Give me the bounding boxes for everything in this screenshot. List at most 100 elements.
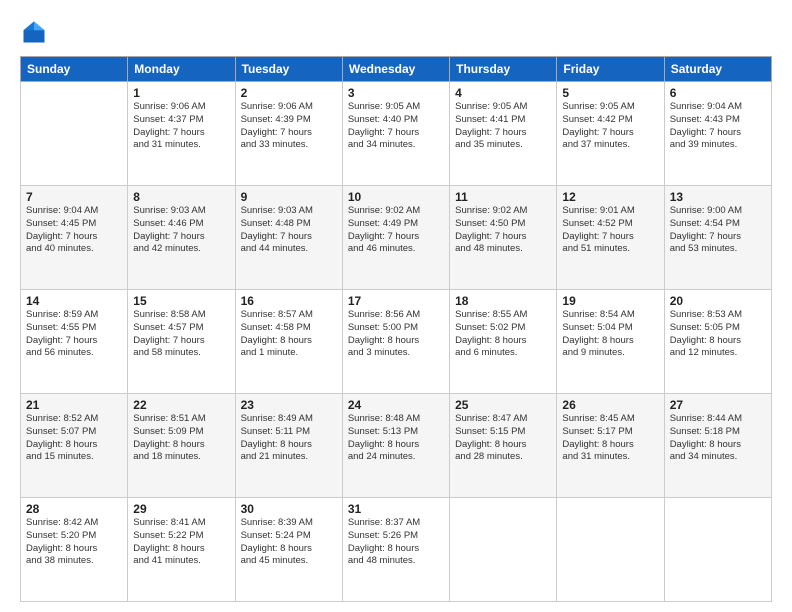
header: [20, 18, 772, 46]
day-number: 17: [348, 294, 444, 308]
day-number: 20: [670, 294, 766, 308]
day-cell-29: 29Sunrise: 8:41 AM Sunset: 5:22 PM Dayli…: [128, 498, 235, 602]
day-number: 3: [348, 86, 444, 100]
day-number: 26: [562, 398, 658, 412]
day-number: 9: [241, 190, 337, 204]
day-info: Sunrise: 8:41 AM Sunset: 5:22 PM Dayligh…: [133, 517, 229, 568]
day-info: Sunrise: 9:04 AM Sunset: 4:43 PM Dayligh…: [670, 101, 766, 152]
day-info: Sunrise: 9:04 AM Sunset: 4:45 PM Dayligh…: [26, 205, 122, 256]
day-cell-26: 26Sunrise: 8:45 AM Sunset: 5:17 PM Dayli…: [557, 394, 664, 498]
day-info: Sunrise: 8:47 AM Sunset: 5:15 PM Dayligh…: [455, 413, 551, 464]
weekday-header-sunday: Sunday: [21, 57, 128, 82]
logo-icon: [20, 18, 48, 46]
day-info: Sunrise: 8:51 AM Sunset: 5:09 PM Dayligh…: [133, 413, 229, 464]
day-cell-17: 17Sunrise: 8:56 AM Sunset: 5:00 PM Dayli…: [342, 290, 449, 394]
empty-cell: [557, 498, 664, 602]
day-cell-19: 19Sunrise: 8:54 AM Sunset: 5:04 PM Dayli…: [557, 290, 664, 394]
day-number: 24: [348, 398, 444, 412]
day-info: Sunrise: 9:03 AM Sunset: 4:48 PM Dayligh…: [241, 205, 337, 256]
day-number: 7: [26, 190, 122, 204]
week-row-5: 28Sunrise: 8:42 AM Sunset: 5:20 PM Dayli…: [21, 498, 772, 602]
week-row-2: 7Sunrise: 9:04 AM Sunset: 4:45 PM Daylig…: [21, 186, 772, 290]
day-info: Sunrise: 8:56 AM Sunset: 5:00 PM Dayligh…: [348, 309, 444, 360]
day-cell-11: 11Sunrise: 9:02 AM Sunset: 4:50 PM Dayli…: [450, 186, 557, 290]
day-info: Sunrise: 8:42 AM Sunset: 5:20 PM Dayligh…: [26, 517, 122, 568]
logo: [20, 18, 52, 46]
day-number: 8: [133, 190, 229, 204]
day-number: 23: [241, 398, 337, 412]
empty-cell: [664, 498, 771, 602]
page: SundayMondayTuesdayWednesdayThursdayFrid…: [0, 0, 792, 612]
day-number: 28: [26, 502, 122, 516]
weekday-header-wednesday: Wednesday: [342, 57, 449, 82]
day-info: Sunrise: 9:01 AM Sunset: 4:52 PM Dayligh…: [562, 205, 658, 256]
day-cell-21: 21Sunrise: 8:52 AM Sunset: 5:07 PM Dayli…: [21, 394, 128, 498]
day-cell-6: 6Sunrise: 9:04 AM Sunset: 4:43 PM Daylig…: [664, 82, 771, 186]
day-cell-8: 8Sunrise: 9:03 AM Sunset: 4:46 PM Daylig…: [128, 186, 235, 290]
weekday-header-thursday: Thursday: [450, 57, 557, 82]
day-number: 21: [26, 398, 122, 412]
day-info: Sunrise: 8:37 AM Sunset: 5:26 PM Dayligh…: [348, 517, 444, 568]
day-cell-10: 10Sunrise: 9:02 AM Sunset: 4:49 PM Dayli…: [342, 186, 449, 290]
weekday-header-monday: Monday: [128, 57, 235, 82]
day-cell-14: 14Sunrise: 8:59 AM Sunset: 4:55 PM Dayli…: [21, 290, 128, 394]
week-row-3: 14Sunrise: 8:59 AM Sunset: 4:55 PM Dayli…: [21, 290, 772, 394]
day-info: Sunrise: 9:03 AM Sunset: 4:46 PM Dayligh…: [133, 205, 229, 256]
day-cell-18: 18Sunrise: 8:55 AM Sunset: 5:02 PM Dayli…: [450, 290, 557, 394]
day-info: Sunrise: 8:55 AM Sunset: 5:02 PM Dayligh…: [455, 309, 551, 360]
day-info: Sunrise: 8:59 AM Sunset: 4:55 PM Dayligh…: [26, 309, 122, 360]
day-number: 22: [133, 398, 229, 412]
day-number: 4: [455, 86, 551, 100]
weekday-header-tuesday: Tuesday: [235, 57, 342, 82]
day-info: Sunrise: 9:02 AM Sunset: 4:50 PM Dayligh…: [455, 205, 551, 256]
day-info: Sunrise: 9:06 AM Sunset: 4:37 PM Dayligh…: [133, 101, 229, 152]
day-cell-12: 12Sunrise: 9:01 AM Sunset: 4:52 PM Dayli…: [557, 186, 664, 290]
day-number: 6: [670, 86, 766, 100]
day-number: 15: [133, 294, 229, 308]
day-cell-1: 1Sunrise: 9:06 AM Sunset: 4:37 PM Daylig…: [128, 82, 235, 186]
day-cell-13: 13Sunrise: 9:00 AM Sunset: 4:54 PM Dayli…: [664, 186, 771, 290]
day-info: Sunrise: 8:45 AM Sunset: 5:17 PM Dayligh…: [562, 413, 658, 464]
day-cell-25: 25Sunrise: 8:47 AM Sunset: 5:15 PM Dayli…: [450, 394, 557, 498]
week-row-4: 21Sunrise: 8:52 AM Sunset: 5:07 PM Dayli…: [21, 394, 772, 498]
day-cell-2: 2Sunrise: 9:06 AM Sunset: 4:39 PM Daylig…: [235, 82, 342, 186]
day-info: Sunrise: 8:49 AM Sunset: 5:11 PM Dayligh…: [241, 413, 337, 464]
day-cell-30: 30Sunrise: 8:39 AM Sunset: 5:24 PM Dayli…: [235, 498, 342, 602]
day-cell-15: 15Sunrise: 8:58 AM Sunset: 4:57 PM Dayli…: [128, 290, 235, 394]
day-cell-20: 20Sunrise: 8:53 AM Sunset: 5:05 PM Dayli…: [664, 290, 771, 394]
day-cell-27: 27Sunrise: 8:44 AM Sunset: 5:18 PM Dayli…: [664, 394, 771, 498]
day-number: 13: [670, 190, 766, 204]
empty-cell: [21, 82, 128, 186]
day-number: 14: [26, 294, 122, 308]
day-number: 31: [348, 502, 444, 516]
week-row-1: 1Sunrise: 9:06 AM Sunset: 4:37 PM Daylig…: [21, 82, 772, 186]
day-number: 16: [241, 294, 337, 308]
day-info: Sunrise: 8:39 AM Sunset: 5:24 PM Dayligh…: [241, 517, 337, 568]
day-cell-24: 24Sunrise: 8:48 AM Sunset: 5:13 PM Dayli…: [342, 394, 449, 498]
day-cell-7: 7Sunrise: 9:04 AM Sunset: 4:45 PM Daylig…: [21, 186, 128, 290]
day-number: 11: [455, 190, 551, 204]
weekday-header-friday: Friday: [557, 57, 664, 82]
day-number: 2: [241, 86, 337, 100]
day-cell-5: 5Sunrise: 9:05 AM Sunset: 4:42 PM Daylig…: [557, 82, 664, 186]
empty-cell: [450, 498, 557, 602]
day-number: 10: [348, 190, 444, 204]
day-number: 29: [133, 502, 229, 516]
day-info: Sunrise: 9:02 AM Sunset: 4:49 PM Dayligh…: [348, 205, 444, 256]
day-number: 5: [562, 86, 658, 100]
day-info: Sunrise: 9:05 AM Sunset: 4:40 PM Dayligh…: [348, 101, 444, 152]
day-info: Sunrise: 9:06 AM Sunset: 4:39 PM Dayligh…: [241, 101, 337, 152]
day-cell-16: 16Sunrise: 8:57 AM Sunset: 4:58 PM Dayli…: [235, 290, 342, 394]
day-info: Sunrise: 8:58 AM Sunset: 4:57 PM Dayligh…: [133, 309, 229, 360]
day-info: Sunrise: 9:05 AM Sunset: 4:41 PM Dayligh…: [455, 101, 551, 152]
day-number: 25: [455, 398, 551, 412]
weekday-header-saturday: Saturday: [664, 57, 771, 82]
day-cell-4: 4Sunrise: 9:05 AM Sunset: 4:41 PM Daylig…: [450, 82, 557, 186]
day-number: 12: [562, 190, 658, 204]
day-number: 19: [562, 294, 658, 308]
day-info: Sunrise: 8:44 AM Sunset: 5:18 PM Dayligh…: [670, 413, 766, 464]
day-info: Sunrise: 8:54 AM Sunset: 5:04 PM Dayligh…: [562, 309, 658, 360]
day-info: Sunrise: 8:57 AM Sunset: 4:58 PM Dayligh…: [241, 309, 337, 360]
day-info: Sunrise: 8:53 AM Sunset: 5:05 PM Dayligh…: [670, 309, 766, 360]
calendar-table: SundayMondayTuesdayWednesdayThursdayFrid…: [20, 56, 772, 602]
